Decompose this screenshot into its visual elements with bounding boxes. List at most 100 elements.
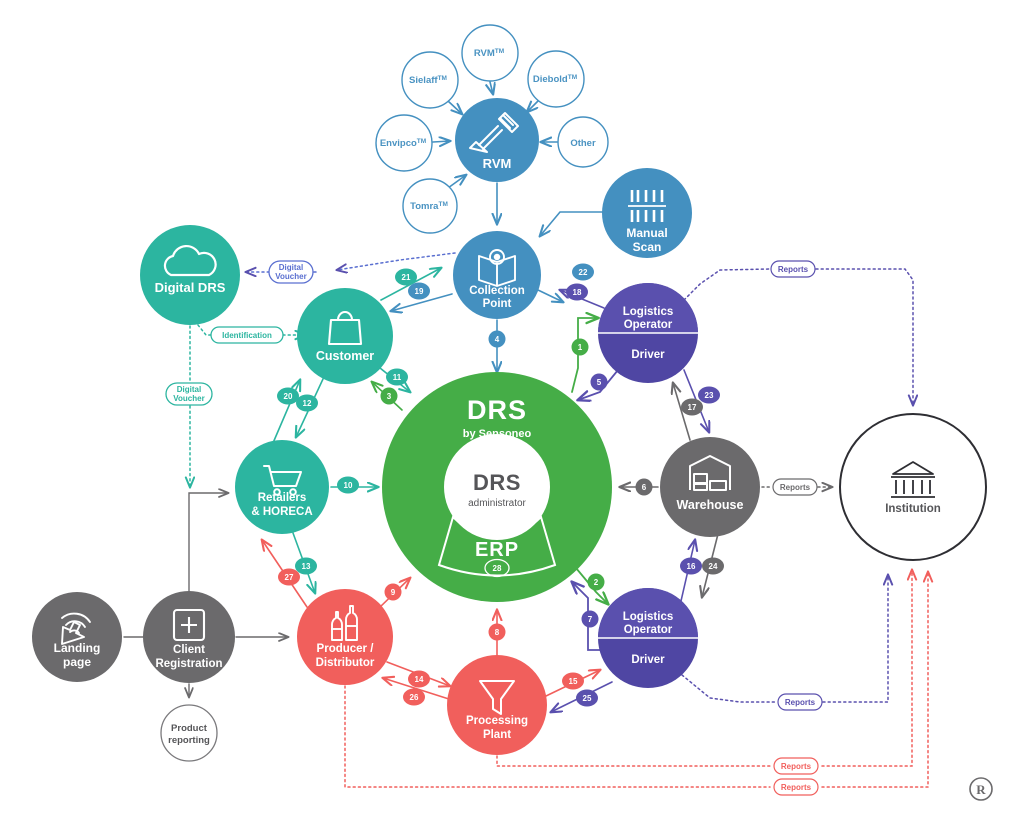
node-logistics-operator-top[interactable]: Logistics Operator Driver [598, 283, 698, 383]
node-manual-scan-label-2: Scan [633, 240, 662, 254]
satellite-sielaff[interactable]: SielaffTM [401, 51, 459, 109]
node-institution-label: Institution [885, 503, 941, 515]
node-warehouse-label: Warehouse [677, 498, 744, 512]
step-badge-19[interactable]: 19 [408, 282, 430, 300]
pill-reports-mid[interactable]: Reports [777, 693, 823, 711]
node-retailers-horeca[interactable]: Retailers & HORECA [235, 440, 329, 534]
svg-text:17: 17 [688, 403, 697, 412]
step-badge-25[interactable]: 25 [576, 689, 598, 707]
step-badge-11[interactable]: 11 [386, 368, 408, 386]
step-badge-10[interactable]: 10 [337, 476, 359, 494]
drs-admin-title: DRS [473, 470, 521, 495]
edge-digitaldrs-identification [197, 324, 213, 336]
pill-digital-voucher-left[interactable]: Digital Voucher [165, 382, 213, 406]
pill-identification[interactable]: Identification [210, 326, 284, 344]
pill-reports-top-label: Reports [778, 265, 809, 274]
node-warehouse[interactable]: Warehouse [660, 437, 760, 537]
node-processing-plant[interactable]: Processing Plant [447, 655, 547, 755]
edge-envipco-rvm [432, 141, 450, 142]
node-digital-drs-label: Digital DRS [155, 280, 226, 295]
step-badge-23[interactable]: 23 [698, 386, 720, 404]
svg-text:12: 12 [303, 399, 312, 408]
node-logistics-operator-bottom[interactable]: Logistics Operator Driver [598, 588, 698, 688]
step-badge-14[interactable]: 14 [408, 670, 430, 688]
pill-voucher-left-line1: Digital [177, 385, 201, 394]
node-manual-scan[interactable]: Manual Scan [602, 168, 692, 258]
pill-reports-mid-label: Reports [785, 698, 816, 707]
logistics-bottom-label-1: Logistics [623, 611, 673, 623]
node-rvm[interactable]: RVM [455, 98, 539, 182]
satellite-diebold[interactable]: DieboldTM [527, 50, 585, 108]
node-producer-label-1: Producer / [317, 643, 375, 655]
edge-registration-retailers [188, 493, 228, 592]
node-product-reporting[interactable]: Product reporting [160, 704, 218, 762]
step-badge-26[interactable]: 26 [403, 688, 425, 706]
node-collection-point-label-2: Point [483, 298, 512, 310]
pill-reports-low2[interactable]: Reports [773, 778, 819, 796]
node-digital-drs[interactable]: Digital DRS [140, 225, 240, 325]
driver-bottom-label: Driver [631, 654, 665, 666]
node-landing-label-2: page [63, 655, 91, 669]
node-producer-distributor[interactable]: Producer / Distributor [297, 589, 393, 685]
node-plant-label-2: Plant [483, 729, 511, 741]
node-plant-label-1: Processing [466, 715, 528, 727]
pill-reports-warehouse-label: Reports [780, 483, 811, 492]
step-badge-21[interactable]: 21 [395, 268, 417, 286]
step-badge-24[interactable]: 24 [702, 557, 724, 575]
step-badge-12[interactable]: 12 [296, 394, 318, 412]
svg-text:2: 2 [594, 578, 599, 587]
step-badge-1[interactable]: 1 [571, 338, 589, 356]
erp-label: ERP [475, 539, 519, 561]
svg-text:25: 25 [583, 694, 592, 703]
step-badge-27[interactable]: 27 [278, 568, 300, 586]
step-badge-20[interactable]: 20 [277, 387, 299, 405]
registered-mark-glyph: R [976, 782, 986, 797]
node-producer-label-2: Distributor [316, 657, 375, 669]
step-badge-18[interactable]: 18 [566, 283, 588, 301]
drs-hub[interactable]: DRS by Sensoneo DRS administrator ERP 28 [382, 372, 612, 602]
node-landing-page[interactable]: Landing page [32, 592, 122, 682]
step-badge-6[interactable]: 6 [635, 478, 653, 496]
step-badge-15[interactable]: 15 [562, 672, 584, 690]
step-badge-4[interactable]: 4 [488, 330, 506, 348]
pill-reports-low1[interactable]: Reports [773, 757, 819, 775]
step-badge-5[interactable]: 5 [590, 373, 608, 391]
step-badge-8[interactable]: 8 [488, 623, 506, 641]
pill-digital-voucher-top[interactable]: Digital Voucher [268, 260, 314, 284]
step-badge-3[interactable]: 3 [380, 387, 398, 405]
satellite-rvm-brand[interactable]: RVMTM [461, 24, 519, 82]
step-badge-16[interactable]: 16 [680, 557, 702, 575]
svg-text:18: 18 [573, 288, 582, 297]
svg-text:1: 1 [578, 343, 583, 352]
step-badge-9[interactable]: 9 [384, 583, 402, 601]
svg-text:27: 27 [285, 573, 294, 582]
product-reporting-label-1: Product [171, 723, 208, 734]
satellite-other[interactable]: Other [557, 116, 609, 168]
pill-voucher-top-line1: Digital [279, 263, 303, 272]
product-reporting-label-2: reporting [168, 735, 210, 746]
svg-text:24: 24 [709, 562, 718, 571]
pill-reports-low2-label: Reports [781, 783, 812, 792]
satellite-tomra[interactable]: TomraTM [402, 178, 458, 234]
pill-reports-top[interactable]: Reports [770, 260, 816, 278]
step-badge-17[interactable]: 17 [681, 398, 703, 416]
node-institution[interactable]: Institution [839, 413, 987, 561]
node-rvm-label: RVM [483, 156, 512, 171]
node-collection-point[interactable]: Collection Point [453, 231, 541, 319]
step-badge-13[interactable]: 13 [295, 557, 317, 575]
logistics-bottom-label-2: Operator [624, 624, 673, 636]
diagram-canvas: DRS by Sensoneo DRS administrator ERP 28… [0, 0, 1024, 835]
node-client-registration[interactable]: Client Registration [143, 591, 235, 683]
node-customer[interactable]: Customer [297, 288, 393, 384]
svg-text:26: 26 [410, 693, 419, 702]
step-badge-2[interactable]: 2 [587, 573, 605, 591]
driver-top-label: Driver [631, 349, 665, 361]
svg-text:21: 21 [402, 273, 411, 282]
step-badge-7[interactable]: 7 [581, 610, 599, 628]
edge-rvmbrand-rvm [490, 81, 493, 94]
pill-reports-warehouse[interactable]: Reports [772, 478, 818, 496]
step-badge-22[interactable]: 22 [572, 263, 594, 281]
drs-hub-title: DRS [467, 395, 527, 425]
satellite-envipco[interactable]: EnvipcoTM [375, 114, 433, 172]
svg-text:4: 4 [495, 335, 500, 344]
